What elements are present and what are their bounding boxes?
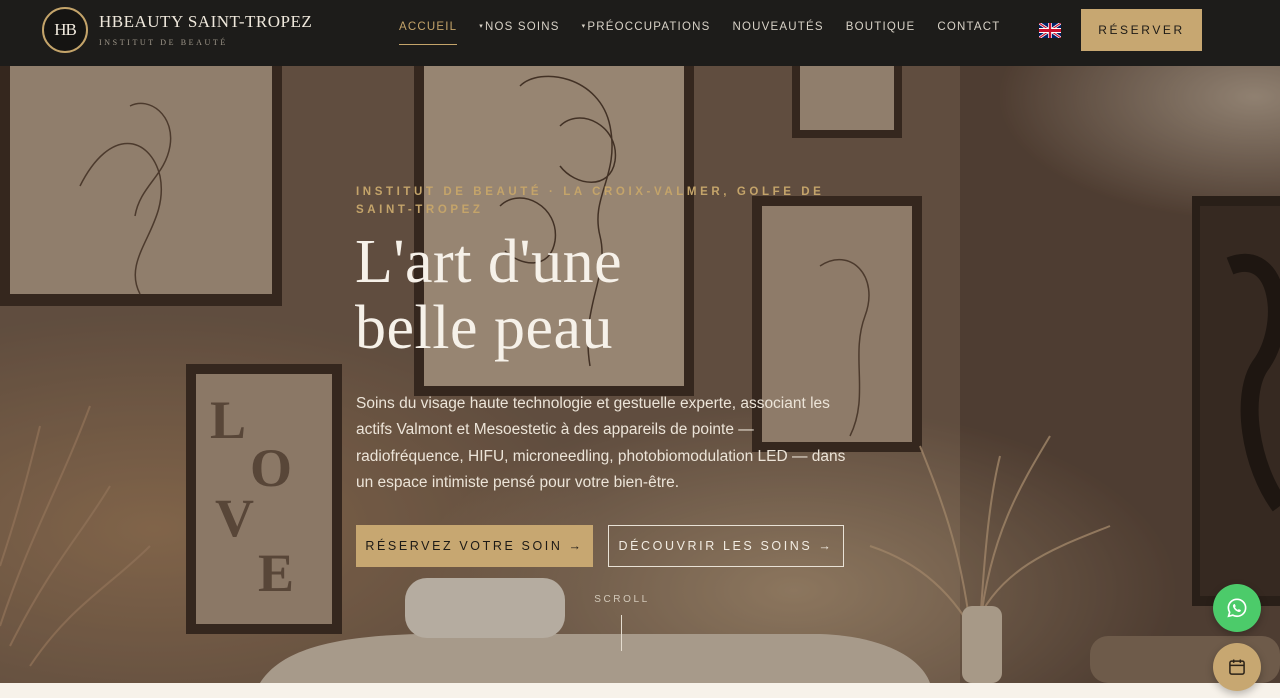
logo-monogram: HB [42,7,88,53]
main-nav: ACCUEIL ▾NOS SOINS ▾PRÉOCCUPATIONS NOUVE… [399,21,1023,45]
uk-flag-icon[interactable] [1039,23,1061,38]
hero-title-line-2: belle peau [355,294,614,362]
nav-label: CONTACT [937,21,1001,33]
brand-name: HBEAUTY SAINT-TROPEZ [99,11,313,31]
next-section-edge [0,683,1280,698]
hero-section: L O V E INSTITUT DE BEAUTÉ · LA CROIX-VA… [0,66,1280,683]
nav-label: PRÉOCCUPATIONS [587,21,711,33]
reserve-button[interactable]: RÉSERVER [1081,9,1202,51]
site-header: HB HBEAUTY SAINT-TROPEZ INSTITUT DE BEAU… [0,0,1280,66]
nav-label: ACCUEIL [399,21,458,33]
nav-item-accueil[interactable]: ACCUEIL [399,21,458,45]
hero-overlay [0,66,1280,683]
brand-tagline: INSTITUT DE BEAUTÉ [99,37,228,47]
book-treatment-button[interactable]: RÉSERVEZ VOTRE SOIN → [356,525,593,567]
caret-down-icon: ▾ [479,23,484,30]
scroll-indicator-line [621,615,622,651]
nav-label: NOUVEAUTÉS [732,21,824,33]
calendar-icon [1229,659,1245,675]
nav-item-preoccupations[interactable]: ▾PRÉOCCUPATIONS [582,21,711,45]
nav-label: BOUTIQUE [845,21,916,33]
nav-item-boutique[interactable]: BOUTIQUE [846,21,916,45]
hero-title: L'art d'une belle peau [355,229,775,361]
nav-item-nos-soins[interactable]: ▾NOS SOINS [479,21,559,45]
brand-logo[interactable]: HB HBEAUTY SAINT-TROPEZ INSTITUT DE BEAU… [42,7,312,53]
whatsapp-button[interactable] [1213,584,1261,632]
logo-text: HBEAUTY SAINT-TROPEZ INSTITUT DE BEAUTÉ [99,11,313,47]
calendar-booking-button[interactable] [1213,643,1261,691]
hero-eyebrow: INSTITUT DE BEAUTÉ · LA CROIX-VALMER, GO… [356,186,825,216]
discover-treatments-button[interactable]: DÉCOUVRIR LES SOINS → [608,525,844,567]
nav-item-nouveautes[interactable]: NOUVEAUTÉS [732,21,823,45]
caret-down-icon: ▾ [581,23,587,30]
scroll-indicator-label[interactable]: SCROLL [582,594,662,605]
nav-item-contact[interactable]: CONTACT [937,21,1000,45]
whatsapp-icon [1227,598,1247,618]
hero-title-line-1: L'art d'une [355,228,623,296]
hero-description: Soins du visage haute technologie et ges… [356,395,846,491]
nav-label: NOS SOINS [484,21,560,33]
